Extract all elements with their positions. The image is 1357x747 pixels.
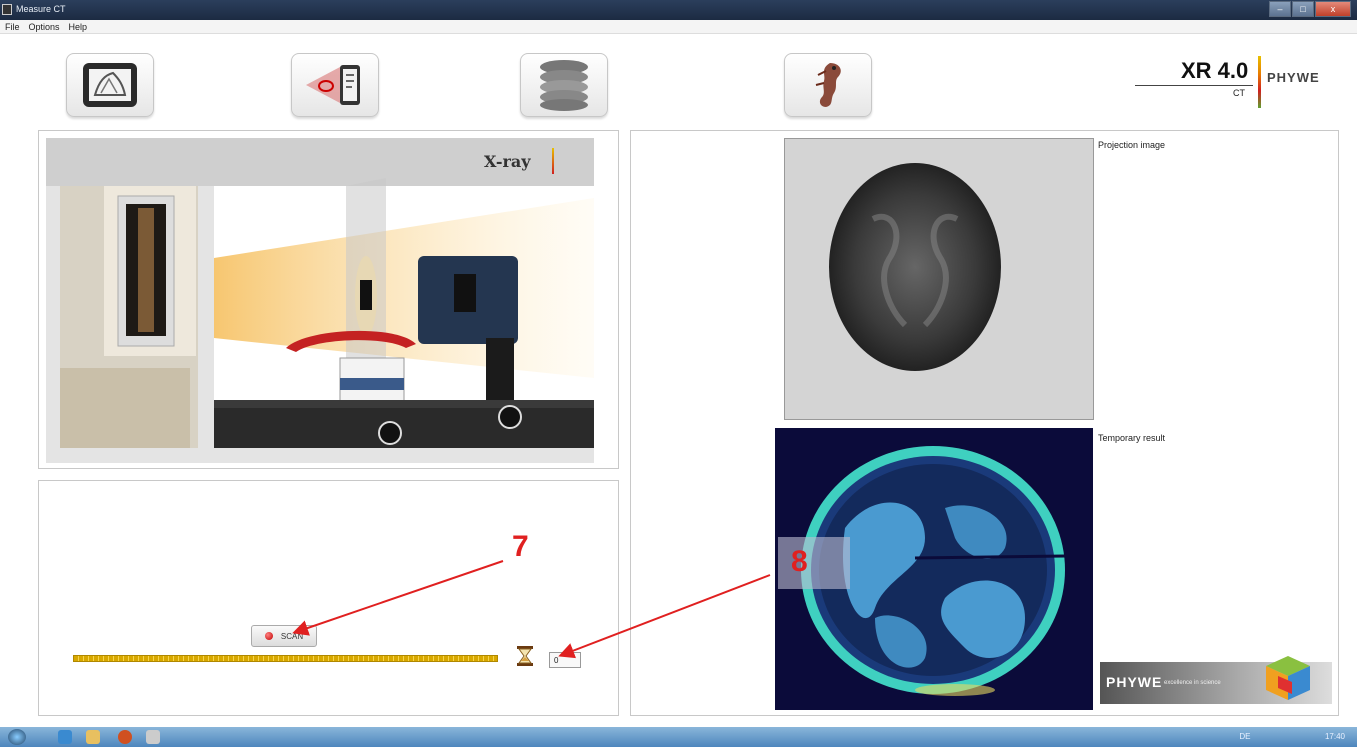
arrow-to-scan [292, 560, 504, 636]
arrow-to-counter [558, 574, 771, 659]
annotation-arrows [292, 560, 771, 659]
media-player-icon[interactable] [118, 730, 132, 744]
ie-icon[interactable] [58, 730, 72, 744]
measure-ct-taskbar-icon[interactable] [146, 730, 160, 744]
language-indicator[interactable]: DE [1239, 732, 1250, 741]
explorer-icon[interactable] [86, 730, 100, 744]
system-tray: DE 17:40 [1239, 732, 1345, 741]
taskbar: DE 17:40 [0, 727, 1357, 747]
start-button[interactable] [8, 729, 26, 745]
clock[interactable]: 17:40 [1325, 732, 1345, 741]
